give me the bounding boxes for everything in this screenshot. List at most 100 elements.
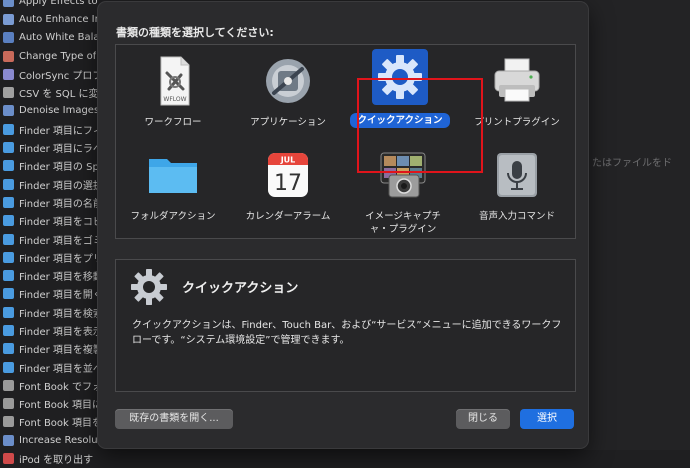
background-action-item[interactable]: Finder 項目にフィ bbox=[0, 120, 100, 138]
action-label: Finder 項目を検索 bbox=[19, 308, 100, 320]
action-icon bbox=[3, 142, 14, 154]
action-icon bbox=[3, 196, 14, 208]
background-action-item[interactable]: Finder 項目の選択 bbox=[0, 175, 100, 193]
action-label: Finder 項目にラベ bbox=[19, 144, 100, 156]
action-label: Finder 項目をプリ bbox=[19, 253, 100, 265]
background-workflow-area bbox=[584, 0, 690, 450]
action-icon bbox=[3, 68, 14, 80]
description-panel: クイックアクション クイックアクションは、Finder、Touch Bar、およ… bbox=[115, 259, 576, 392]
action-label: Finder 項目をコピ bbox=[19, 217, 100, 229]
type-label: フォルダアクション bbox=[130, 211, 216, 222]
action-label: Font Book 項目を bbox=[19, 418, 100, 430]
background-action-item[interactable]: Finder 項目を並べ bbox=[0, 358, 100, 376]
action-icon bbox=[3, 160, 14, 172]
background-action-item[interactable]: Finder 項目を検索 bbox=[0, 303, 100, 321]
description-text: クイックアクションは、Finder、Touch Bar、および“サービス”メニュ… bbox=[132, 320, 562, 346]
action-icon bbox=[3, 306, 14, 318]
background-action-item[interactable]: Increase Resolut bbox=[0, 431, 100, 449]
action-label: Finder 項目にフィ bbox=[19, 125, 100, 137]
background-action-item[interactable]: iPod を取り出す bbox=[0, 449, 100, 467]
type-calendar-alarm[interactable]: JUL 17 カレンダーアラーム bbox=[233, 149, 343, 224]
dialog-title: 書類の種類を選択してください: bbox=[116, 26, 274, 39]
action-icon bbox=[3, 233, 14, 245]
action-label: CSV を SQL に変換 bbox=[19, 89, 100, 101]
action-icon bbox=[3, 13, 14, 25]
action-label: Finder 項目を表示 bbox=[19, 326, 100, 338]
action-label: Apply Effects to Images bbox=[19, 0, 100, 7]
background-action-item[interactable]: Font Book 項目に bbox=[0, 395, 100, 413]
action-icon bbox=[3, 50, 14, 62]
type-application[interactable]: アプリケーション bbox=[233, 55, 343, 130]
printer-icon bbox=[489, 55, 545, 107]
microphone-icon bbox=[489, 149, 545, 201]
application-robot-icon bbox=[260, 55, 316, 107]
action-icon bbox=[3, 343, 14, 355]
action-icon bbox=[3, 324, 14, 336]
background-action-item[interactable]: Auto White Balan bbox=[0, 29, 100, 47]
action-icon bbox=[3, 105, 14, 117]
action-icon bbox=[3, 178, 14, 190]
background-action-item[interactable]: Finder 項目をコピ bbox=[0, 212, 100, 230]
background-action-item[interactable]: Finder 項目の名前 bbox=[0, 193, 100, 211]
action-label: Auto White Balan bbox=[19, 32, 100, 44]
action-label: Font Book 項目に bbox=[19, 400, 100, 412]
action-icon bbox=[3, 87, 14, 99]
type-folder-action[interactable]: フォルダアクション bbox=[118, 149, 228, 224]
action-icon bbox=[3, 379, 14, 391]
workflow-document-icon: WFLOW bbox=[145, 55, 201, 107]
document-type-grid: WFLOW ワークフロー アプリケーション クイックアクション プリントプラグイ… bbox=[115, 44, 576, 239]
action-label: Auto Enhance Im bbox=[19, 13, 100, 25]
selection-highlight-box bbox=[357, 78, 483, 173]
background-action-item[interactable]: Finder 項目をゴミ bbox=[0, 230, 100, 248]
type-label: カレンダーアラーム bbox=[245, 211, 331, 222]
background-action-item[interactable]: Finder 項目を移動 bbox=[0, 266, 100, 284]
action-icon bbox=[3, 434, 14, 446]
action-label: Finder 項目を複製 bbox=[19, 345, 100, 357]
background-action-item[interactable]: ColorSync プロフ bbox=[0, 65, 100, 83]
action-label: Finder 項目を開く bbox=[19, 290, 100, 302]
action-icon bbox=[3, 215, 14, 227]
type-label: アプリケーション bbox=[250, 117, 326, 128]
document-type-dialog: 書類の種類を選択してください: WFLOW ワークフロー アプリケーション クイ… bbox=[98, 2, 588, 448]
background-action-item[interactable]: Finder 項目を表示 bbox=[0, 321, 100, 339]
choose-button[interactable]: 選択 bbox=[520, 409, 574, 429]
background-action-item[interactable]: Denoise Images bbox=[0, 102, 100, 120]
action-icon bbox=[3, 32, 14, 44]
background-action-item[interactable]: Apply Effects to Images bbox=[0, 0, 100, 10]
background-action-list: Apply Effects to Images Auto Enhance Im Au… bbox=[0, 0, 100, 468]
action-label: iPod を取り出す bbox=[19, 455, 94, 467]
type-label: イメージキャプチ ャ・プラグイン bbox=[365, 211, 441, 235]
background-action-item[interactable]: Finder 項目を開く bbox=[0, 285, 100, 303]
action-label: Finder 項目の Spo bbox=[19, 162, 100, 174]
background-action-item[interactable]: Font Book でフォ bbox=[0, 376, 100, 394]
action-label: Font Book でフォ bbox=[19, 381, 100, 393]
action-icon bbox=[3, 361, 14, 373]
action-label: Finder 項目を移動 bbox=[19, 272, 100, 284]
action-icon bbox=[3, 416, 14, 428]
action-label: Finder 項目の選択 bbox=[19, 180, 100, 192]
background-action-item[interactable]: Font Book 項目を bbox=[0, 413, 100, 431]
workflow-caption: WFLOW bbox=[163, 96, 186, 103]
folder-icon bbox=[145, 149, 201, 201]
type-workflow[interactable]: WFLOW ワークフロー bbox=[118, 55, 228, 130]
background-action-item[interactable]: Auto Enhance Im bbox=[0, 10, 100, 28]
background-action-item[interactable]: Finder 項目を複製 bbox=[0, 340, 100, 358]
close-button[interactable]: 閉じる bbox=[456, 409, 510, 429]
background-action-item[interactable]: Change Type of bbox=[0, 47, 100, 65]
action-label: Finder 項目を並べ bbox=[19, 363, 100, 375]
action-icon bbox=[3, 270, 14, 282]
action-icon bbox=[3, 251, 14, 263]
background-action-item[interactable]: CSV を SQL に変換 bbox=[0, 83, 100, 101]
calendar-icon: JUL 17 bbox=[260, 149, 316, 201]
action-icon bbox=[3, 123, 14, 135]
open-existing-document-button[interactable]: 既存の書類を開く... bbox=[115, 409, 233, 429]
background-action-item[interactable]: Finder 項目をプリ bbox=[0, 248, 100, 266]
action-label: Finder 項目をゴミ bbox=[19, 235, 100, 247]
description-title: クイックアクション bbox=[182, 281, 299, 296]
action-icon bbox=[3, 288, 14, 300]
calendar-month: JUL bbox=[280, 156, 296, 165]
background-action-item[interactable]: Finder 項目の Spo bbox=[0, 157, 100, 175]
action-label: Increase Resolut bbox=[19, 434, 100, 446]
action-icon bbox=[3, 398, 14, 410]
background-action-item[interactable]: Finder 項目にラベ bbox=[0, 138, 100, 156]
